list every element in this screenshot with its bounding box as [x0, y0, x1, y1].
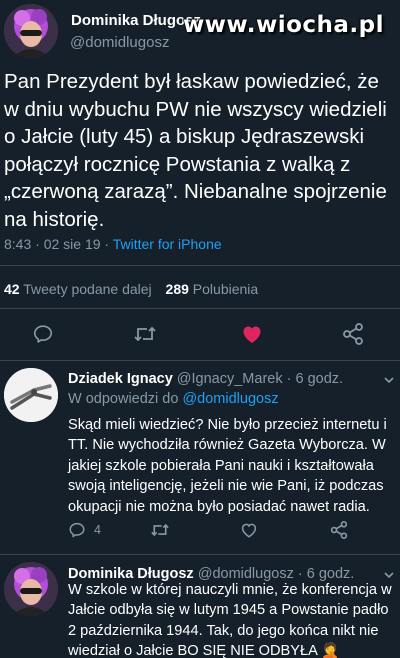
main-author-handle[interactable]: @domidlugosz	[70, 34, 169, 51]
divider	[0, 554, 400, 555]
main-tweet-line: „czerwoną zarazą”. Niebanalne spojrzenie	[4, 180, 387, 203]
main-tweet-text: Pan Prezydent był łaskaw powiedzieć, że …	[4, 68, 400, 233]
pliers-icon	[4, 368, 58, 422]
reply-author-meta[interactable]: @Ignacy_Marek · 6 godz.	[177, 371, 343, 387]
main-tweet-meta: 8:43 · 02 sie 19 · Twitter for iPhone	[4, 236, 222, 252]
reply2-tweet-text: W szkole w której nauczyli mnie, że konf…	[68, 580, 398, 658]
divider	[0, 265, 400, 266]
comment-icon	[33, 325, 53, 343]
reply-to-line: W odpowiedzi do @domidlugosz	[68, 391, 279, 407]
main-tweet-line: na historię.	[4, 207, 105, 231]
heart-icon	[241, 523, 257, 538]
retweet-icon	[151, 523, 169, 537]
main-tweet-line: w dniu wybuchu PW nie wszyscy wiedzieli	[4, 97, 387, 121]
reply-tweet-line: TT. Nie wychodziła również Gazeta Wyborc…	[68, 437, 386, 454]
reply-tweet-line: jakiej szkole pobierała Pani nauki i ksz…	[68, 457, 374, 474]
reply-header: Dziadek Ignacy @Ignacy_Marek · 6 godz.	[68, 371, 343, 387]
main-author-name[interactable]: Dominika Długosz	[71, 12, 201, 29]
reply-tweet-line: okupacji nie można było posiadać nawet r…	[68, 498, 370, 515]
retweets-label: Tweety podane dalej	[23, 281, 152, 297]
main-retweet-button[interactable]	[133, 323, 157, 345]
main-reply-button[interactable]	[32, 323, 54, 345]
main-tweet-line: Pan Prezydent był łaskaw powiedzieć, że	[4, 70, 379, 93]
share-icon	[343, 323, 363, 345]
divider	[0, 360, 400, 361]
reply-share-button[interactable]	[330, 520, 348, 540]
reply-tweet-text: Skąd mieli wiedzieć? Nie było przecież i…	[68, 415, 398, 517]
reply-like-button[interactable]	[240, 521, 258, 539]
reply-author-avatar[interactable]	[4, 368, 58, 422]
main-author-avatar[interactable]	[4, 4, 58, 58]
chevron-down-icon[interactable]	[383, 374, 395, 386]
reply2-tweet-line: W szkole w której nauczyli mnie, że konf…	[68, 582, 392, 598]
retweets-stat[interactable]: 42 Tweety podane dalej	[4, 281, 156, 297]
divider	[0, 308, 400, 309]
reply2-tweet-line: wiedział o Jałcie BO SIĘ NIE ODBYŁA 🤦	[68, 643, 340, 658]
likes-count: 289	[165, 281, 189, 297]
watermark-text: www.wiocha.pl	[182, 12, 384, 38]
avatar-image	[4, 4, 58, 58]
reply-tweet-line: Skąd mieli wiedzieć? Nie było przecież i…	[68, 417, 387, 433]
reply2-tweet-line: Jałcie odbyła się w lutym 1945 a Powstan…	[68, 602, 389, 619]
retweet-icon	[134, 326, 156, 342]
reply-reply-button[interactable]	[68, 521, 86, 539]
main-tweet-client[interactable]: Twitter for iPhone	[113, 236, 222, 252]
main-like-button[interactable]	[240, 322, 264, 346]
heart-icon	[243, 326, 261, 343]
likes-stat[interactable]: 289 Polubienia	[166, 281, 259, 297]
reply-author-name[interactable]: Dziadek Ignacy	[68, 371, 173, 387]
reply2-author-avatar[interactable]	[4, 562, 58, 616]
comment-icon	[69, 522, 85, 538]
reply-to-prefix: W odpowiedzi do	[68, 391, 183, 407]
main-tweet-line: połączył rocznicę Powstania z walką z	[4, 152, 351, 176]
main-tweet-line: o Jałcie (luty 45) a biskup Jędraszewski	[4, 125, 365, 148]
avatar-image	[4, 562, 58, 616]
reply-retweet-button[interactable]	[150, 521, 170, 539]
likes-label: Polubienia	[192, 281, 259, 297]
reply-to-handle[interactable]: @domidlugosz	[182, 391, 278, 407]
main-share-button[interactable]	[342, 322, 364, 346]
main-tweet-stats: 42 Tweety podane dalej 289 Polubienia	[4, 281, 258, 297]
share-icon	[330, 521, 348, 539]
reply-reply-count: 4	[94, 523, 101, 537]
retweets-count: 42	[4, 281, 20, 297]
reply2-tweet-line: 2 października 1944. Tak, do jego końca …	[68, 622, 379, 639]
main-tweet-timestamp: 8:43 · 02 sie 19 ·	[4, 236, 113, 252]
reply-tweet-line: swoją inteligencję, jeżeli nie wie Pani,…	[68, 478, 384, 495]
